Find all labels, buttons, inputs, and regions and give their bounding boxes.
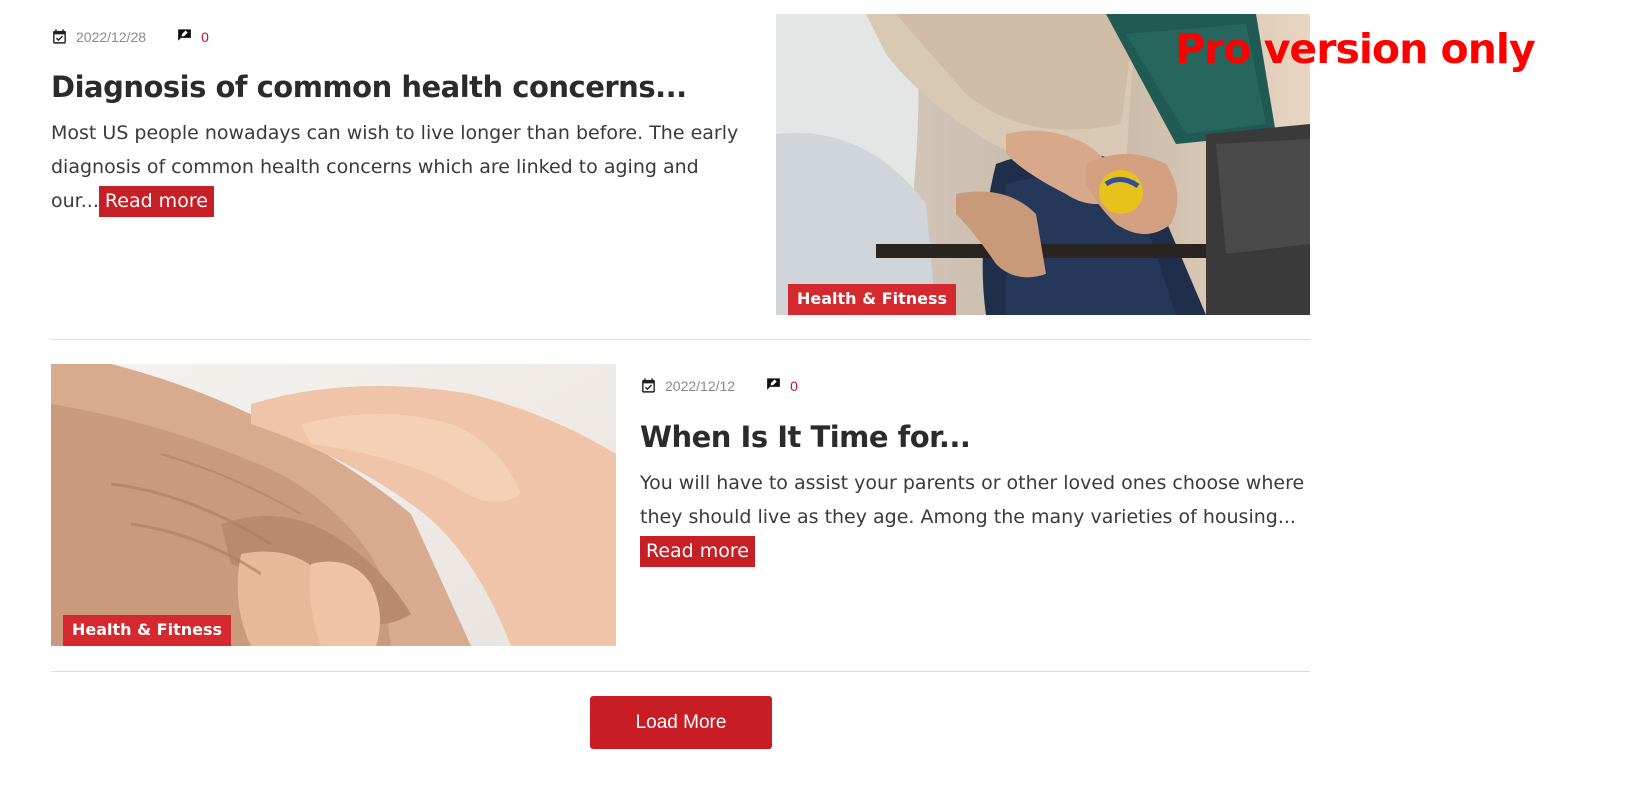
holding-hands-image [51,364,616,646]
post-divider [51,339,1310,340]
post-date: 2022/12/12 [640,377,735,394]
post-card: 2022/12/28 0 Diagnosis of common health … [51,28,751,218]
post-date: 2022/12/28 [51,28,146,45]
post-date-text: 2022/12/28 [76,28,147,45]
post-title[interactable]: When Is It Time for... [640,418,1310,456]
read-more-button[interactable]: Read more [98,186,214,217]
post-comments[interactable]: 0 [765,377,798,394]
comment-count: 0 [201,28,209,45]
post-excerpt: You will have to assist your parents or … [640,466,1308,568]
category-tag[interactable]: Health & Fitness [788,284,957,315]
post-image[interactable]: Health & Fitness [51,364,616,646]
post-meta: 2022/12/28 0 [51,28,751,45]
post-divider [51,671,1310,672]
post-card: 2022/12/12 0 When Is It Time for... You … [640,377,1310,568]
post-comments[interactable]: 0 [176,28,209,45]
post-date-text: 2022/12/12 [665,377,736,394]
post-meta: 2022/12/12 0 [640,377,1310,394]
calendar-icon [53,29,66,44]
calendar-icon [642,378,655,393]
comment-icon [767,378,780,390]
post-excerpt-text: You will have to assist your parents or … [640,472,1305,528]
post-excerpt: Most US people nowadays can wish to live… [51,116,746,218]
comment-icon [178,29,191,41]
post-title[interactable]: Diagnosis of common health concerns... [51,68,751,106]
load-more-button[interactable]: Load More [590,696,772,749]
category-tag[interactable]: Health & Fitness [63,615,232,646]
read-more-button[interactable]: Read more [640,536,755,567]
pro-version-watermark: Pro version only [1175,25,1536,73]
comment-count: 0 [790,377,798,394]
